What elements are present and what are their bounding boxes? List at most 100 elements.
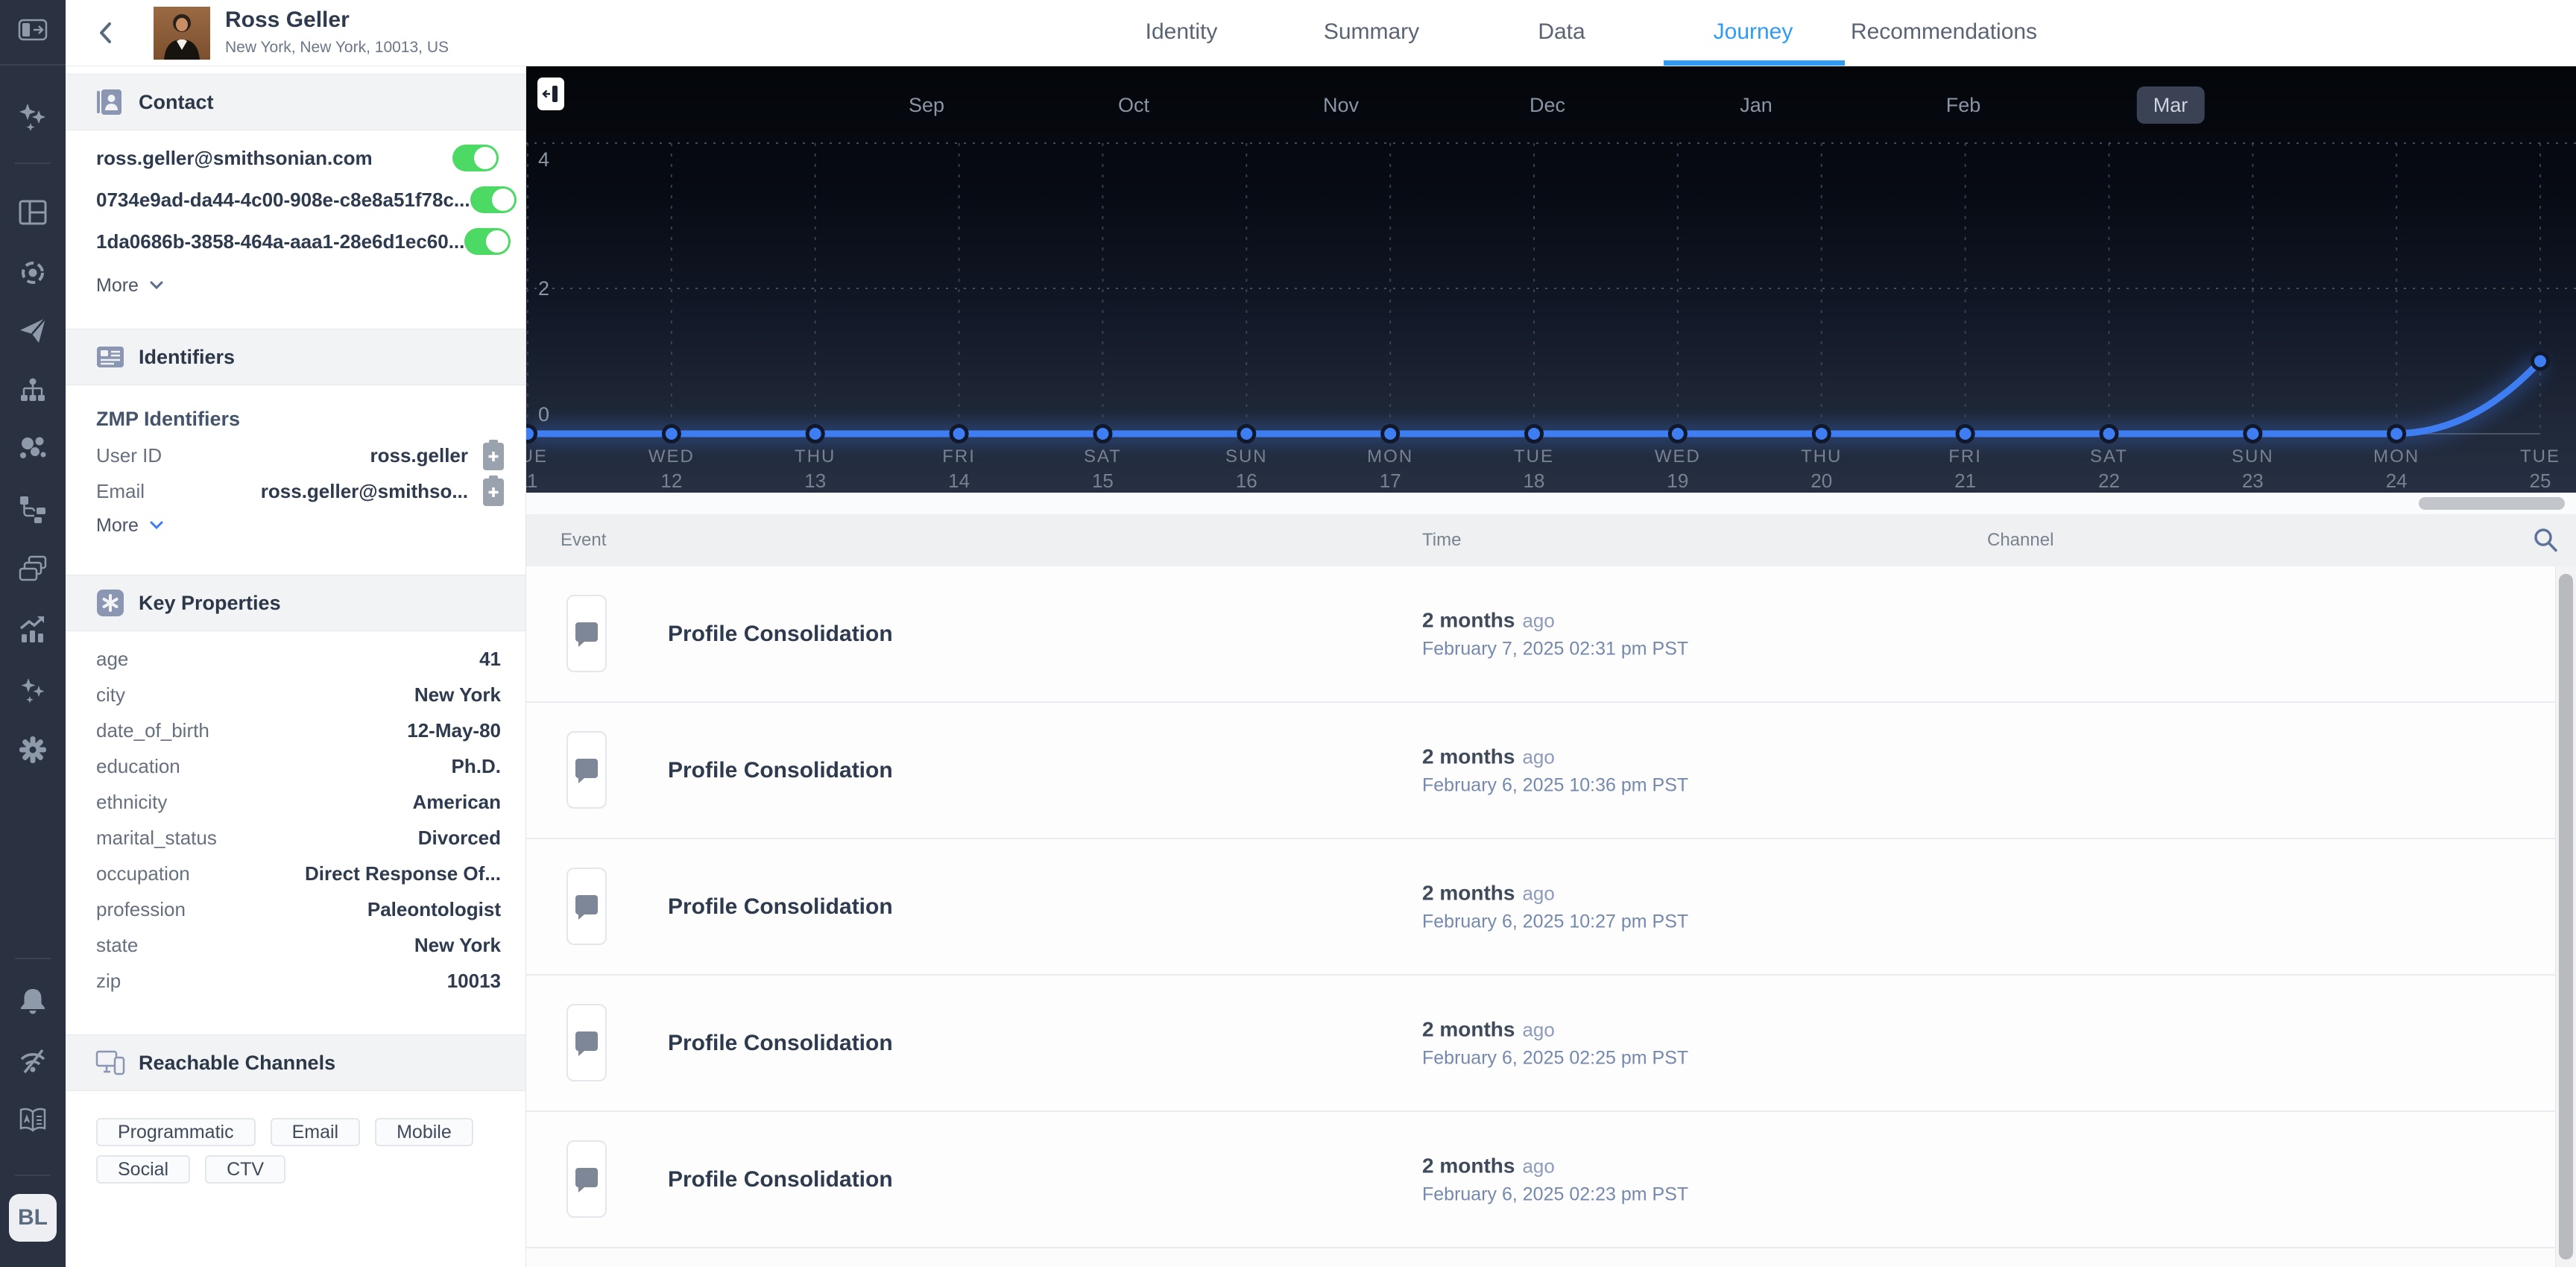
collapse-panel-icon[interactable] <box>0 10 66 49</box>
section-title: Reachable Channels <box>139 1051 336 1074</box>
search-icon[interactable] <box>2531 525 2560 559</box>
rail-divider <box>15 1175 51 1176</box>
chart-increase-icon[interactable] <box>0 610 66 649</box>
contact-toggle[interactable] <box>452 145 499 171</box>
month-label[interactable]: Dec <box>1513 86 1582 124</box>
tab[interactable]: Recommendations <box>1851 0 2037 64</box>
expand-panel-icon[interactable] <box>537 78 564 110</box>
workflow-icon[interactable] <box>0 490 66 529</box>
key-properties-list: age 41 city New York date_of_birth 12-Ma… <box>66 641 525 999</box>
channel-chip: CTV <box>205 1155 286 1184</box>
property-value: New York <box>414 933 501 956</box>
table-vertical-scrollbar <box>2555 566 2576 1267</box>
svg-text:TUE: TUE <box>2520 446 2560 467</box>
contact-item: ross.geller@smithsonian.com <box>66 137 525 179</box>
event-type-card <box>566 868 607 945</box>
contact-section-header: Contact <box>66 74 525 130</box>
month-label[interactable]: Oct <box>1102 86 1166 124</box>
back-button[interactable] <box>95 19 116 50</box>
reachable-channels-section-header: Reachable Channels <box>66 1034 525 1091</box>
event-time: 2 months ago February 6, 2025 02:23 pm PS… <box>1422 1154 1688 1205</box>
notifications-bell-icon[interactable] <box>0 982 66 1020</box>
svg-text:FRI: FRI <box>942 446 976 467</box>
copy-clipboard-icon[interactable] <box>479 474 508 508</box>
property-row: ethnicity American <box>66 784 525 820</box>
section-title: Key Properties <box>139 591 281 614</box>
event-row[interactable]: Profile Consolidation 2 months ago Februa… <box>525 566 2555 703</box>
ago-label: ago <box>1522 1018 1555 1040</box>
svg-text:SUN: SUN <box>2232 446 2274 467</box>
cluster-icon[interactable] <box>0 429 66 468</box>
event-row[interactable]: Profile Consolidation 2 months ago Februa… <box>525 976 2555 1112</box>
property-row: city New York <box>66 677 525 713</box>
contact-value: ross.geller@smithsonian.com <box>96 146 373 169</box>
event-name: Profile Consolidation <box>668 622 893 646</box>
stacked-cards-icon[interactable] <box>0 550 66 589</box>
horizontal-scroll-thumb[interactable] <box>2419 497 2565 510</box>
event-row[interactable]: Profile Consolidation 2 months ago Februa… <box>525 839 2555 976</box>
tab[interactable]: Data <box>1538 0 1585 64</box>
month-label[interactable]: Sep <box>892 86 961 124</box>
property-value: 41 <box>479 647 501 670</box>
channel-chip-list: Programmatic Email Mobile Social CTV <box>96 1118 505 1184</box>
contact-card-icon <box>97 89 121 115</box>
svg-text:22: 22 <box>2098 470 2120 492</box>
event-row-list: Profile Consolidation 2 months ago Februa… <box>525 566 2555 1248</box>
y-tick-label: 4 <box>538 148 550 171</box>
event-type-card <box>566 731 607 809</box>
sitemap-icon[interactable] <box>0 372 66 411</box>
identifier-row: Email ross.geller@smithso... <box>66 473 525 509</box>
event-time: 2 months ago February 6, 2025 10:27 pm PS… <box>1422 881 1688 932</box>
month-label[interactable]: Mar <box>2136 86 2205 124</box>
profile-photo <box>154 7 210 60</box>
svg-text:14: 14 <box>948 470 970 492</box>
customer-profile-app: BL Ross Geller New York, New York, 10013… <box>0 0 2576 1267</box>
profile-location: New York, New York, 10013, US <box>225 39 449 56</box>
identifiers-more-link[interactable]: More <box>96 509 164 542</box>
sparkles-small-icon[interactable] <box>0 671 66 710</box>
contact-toggle[interactable] <box>464 228 511 255</box>
event-name: Profile Consolidation <box>668 1031 893 1055</box>
signal-icon[interactable] <box>0 1042 66 1081</box>
tab[interactable]: Journey <box>1714 0 1793 64</box>
month-label[interactable]: Nov <box>1307 86 1375 124</box>
dashboard-icon[interactable] <box>0 193 66 232</box>
profile-name: Ross Geller <box>225 7 350 32</box>
settings-gear-icon[interactable] <box>0 730 66 769</box>
contact-list: ross.geller@smithsonian.com 0734e9ad-da4… <box>66 137 525 262</box>
target-icon[interactable] <box>0 253 66 292</box>
message-icon <box>575 895 598 920</box>
svg-text:15: 15 <box>1092 470 1114 492</box>
event-row[interactable]: Profile Consolidation 2 months ago Februa… <box>525 1112 2555 1248</box>
contact-more-link[interactable]: More <box>96 269 164 302</box>
month-label[interactable]: Jan <box>1723 86 1789 124</box>
identifier-group-title: ZMP Identifiers <box>96 408 241 430</box>
tab[interactable]: Summary <box>1324 0 1419 64</box>
sparkles-icon[interactable] <box>0 98 66 136</box>
property-label: state <box>96 933 139 956</box>
property-row: age 41 <box>66 641 525 677</box>
vertical-scroll-thumb[interactable] <box>2559 574 2573 1260</box>
property-value: 12-May-80 <box>407 718 501 742</box>
property-label: ethnicity <box>96 790 168 813</box>
event-timestamp: February 6, 2025 02:23 pm PST <box>1422 1184 1689 1204</box>
svg-text:25: 25 <box>2530 470 2551 492</box>
event-time: 2 months ago February 7, 2025 02:31 pm PS… <box>1422 608 1688 660</box>
copy-clipboard-icon[interactable] <box>479 438 508 473</box>
svg-text:FRI: FRI <box>1948 446 1982 467</box>
message-icon <box>575 1031 598 1056</box>
property-value: Ph.D. <box>451 754 501 777</box>
event-row[interactable]: Profile Consolidation 2 months ago Februa… <box>525 703 2555 839</box>
property-row: education Ph.D. <box>66 748 525 784</box>
month-label[interactable]: Feb <box>1930 86 1998 124</box>
column-channel: Channel <box>1987 530 2054 550</box>
tab[interactable]: Identity <box>1146 0 1218 64</box>
identifiers-section-header: Identifiers <box>66 329 525 385</box>
event-time: 2 months ago February 6, 2025 02:25 pm PS… <box>1422 1017 1688 1069</box>
property-value: Paleontologist <box>367 897 501 920</box>
y-tick-label: 0 <box>538 403 550 426</box>
contact-toggle[interactable] <box>470 186 517 213</box>
send-icon[interactable] <box>0 311 66 350</box>
knowledge-book-icon[interactable] <box>0 1101 66 1140</box>
user-avatar[interactable]: BL <box>9 1194 57 1242</box>
